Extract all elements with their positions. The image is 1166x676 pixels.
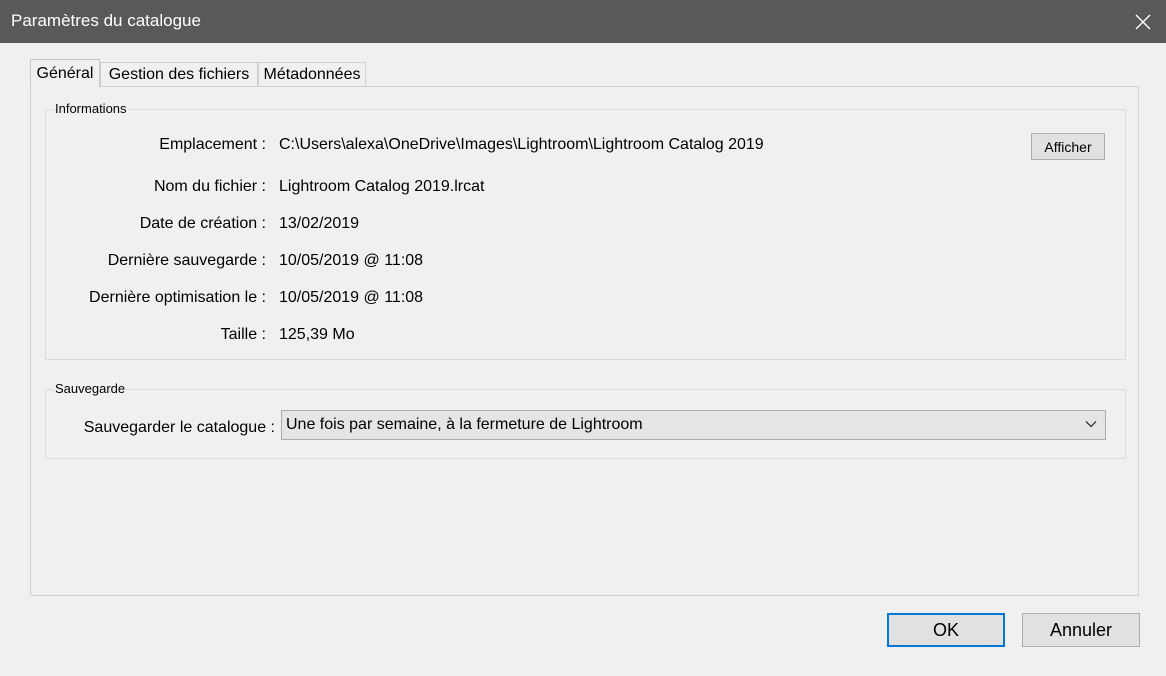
backup-legend: Sauvegarde — [54, 381, 127, 396]
close-icon — [1135, 14, 1151, 29]
backup-frequency-label: Sauvegarder le catalogue : — [83, 419, 275, 436]
close-button[interactable] — [1120, 0, 1166, 43]
title-bar: Paramètres du catalogue — [0, 0, 1166, 43]
location-value: C:\Users\alexa\OneDrive\Images\Lightroom… — [279, 136, 764, 153]
backup-frequency-value: Une fois par semaine, à la fermeture de … — [286, 416, 643, 433]
size-label: Taille : — [220, 326, 266, 343]
show-location-button[interactable]: Afficher — [1031, 133, 1105, 160]
tab-file-handling[interactable]: Gestion des fichiers — [100, 62, 258, 87]
creation-date-label: Date de création : — [139, 215, 266, 232]
location-label: Emplacement : — [159, 136, 266, 153]
tab-metadata[interactable]: Métadonnées — [258, 62, 366, 87]
backup-group: Sauvegarde Sauvegarder le catalogue : Un… — [45, 381, 1126, 459]
creation-date-value: 13/02/2019 — [279, 215, 360, 232]
chevron-down-icon — [1085, 421, 1097, 428]
ok-button[interactable]: OK — [887, 613, 1005, 647]
last-backup-label: Dernière sauvegarde : — [107, 252, 266, 269]
informations-legend: Informations — [54, 101, 128, 116]
tab-general[interactable]: Général — [30, 59, 100, 88]
filename-label: Nom du fichier : — [153, 178, 266, 195]
size-value: 125,39 Mo — [279, 326, 355, 343]
cancel-button[interactable]: Annuler — [1022, 613, 1140, 647]
informations-group: Informations Emplacement : C:\Users\alex… — [45, 101, 1126, 360]
backup-frequency-select[interactable]: Une fois par semaine, à la fermeture de … — [281, 410, 1106, 440]
last-backup-value: 10/05/2019 @ 11:08 — [279, 252, 424, 269]
tab-panel-general: Informations Emplacement : C:\Users\alex… — [30, 86, 1139, 596]
filename-value: Lightroom Catalog 2019.lrcat — [279, 178, 485, 195]
last-optimization-value: 10/05/2019 @ 11:08 — [279, 289, 424, 306]
last-optimization-label: Dernière optimisation le : — [89, 289, 266, 306]
window-title: Paramètres du catalogue — [11, 11, 201, 30]
